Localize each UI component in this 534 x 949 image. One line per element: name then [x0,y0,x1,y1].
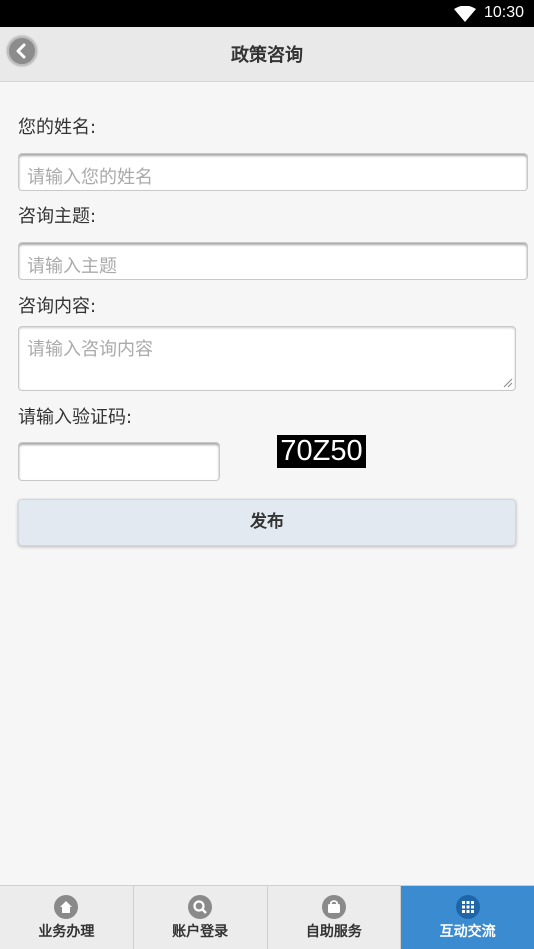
name-field[interactable]: 请输入您的姓名 [18,153,528,191]
wifi-icon [454,6,476,22]
bottom-tab-bar: 业务办理 账户登录 自助服务 互动交流 [0,885,534,949]
captcha-image[interactable]: 70Z50 [277,435,366,468]
tab-label: 互动交流 [439,924,496,940]
tab-self-service[interactable]: 自助服务 [268,886,402,949]
tab-business[interactable]: 业务办理 [0,886,134,949]
subject-label: 咨询主题: [18,206,97,227]
home-icon [54,895,79,919]
resize-handle-icon[interactable] [503,378,513,388]
header: 政策咨询 [0,27,534,82]
tab-label: 业务办理 [38,924,95,940]
content-placeholder: 请输入咨询内容 [27,339,153,360]
tab-label: 账户登录 [172,924,229,940]
content-textarea[interactable]: 请输入咨询内容 [18,326,516,391]
captcha-input[interactable] [18,442,220,481]
status-bar: 10:30 [0,0,534,27]
tab-label: 自助服务 [305,924,362,940]
name-label: 您的姓名: [18,117,97,138]
tab-account-login[interactable]: 账户登录 [134,886,268,949]
publish-button[interactable]: 发布 [18,499,516,546]
content-label: 咨询内容: [18,296,97,317]
subject-field[interactable]: 请输入主题 [18,242,528,280]
status-time: 10:30 [484,4,525,21]
search-icon [188,895,213,919]
bag-icon [321,895,346,919]
grid-icon [455,895,480,919]
captcha-label: 请输入验证码: [18,407,133,428]
page-title: 政策咨询 [231,45,303,66]
tab-interaction[interactable]: 互动交流 [401,886,534,949]
